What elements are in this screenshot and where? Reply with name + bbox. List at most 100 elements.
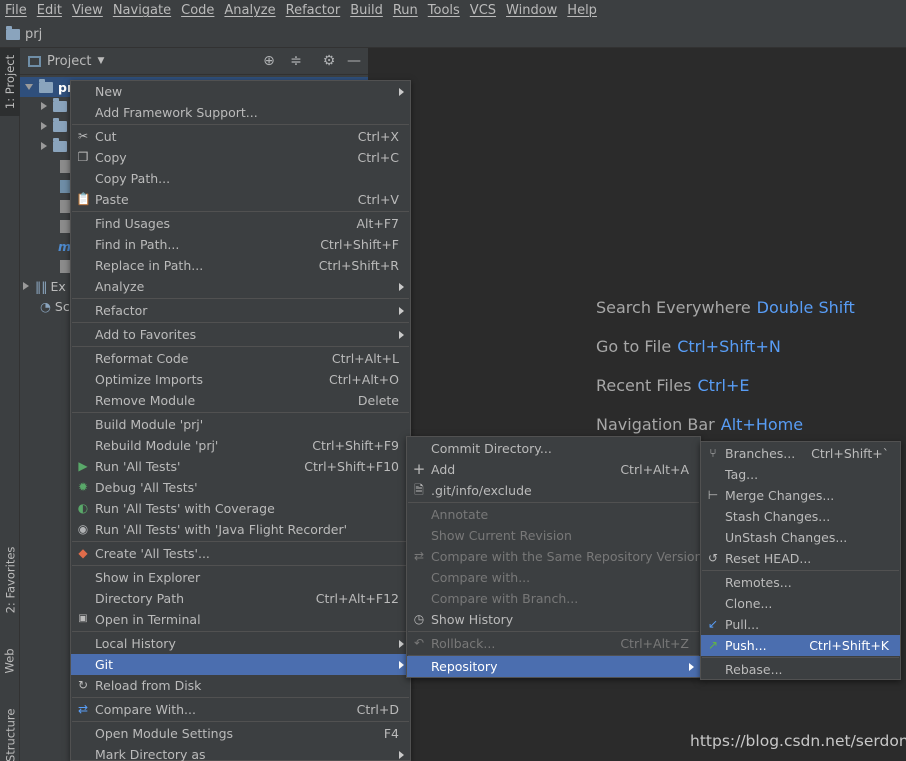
menu-tools[interactable]: Tools — [423, 0, 465, 21]
git-item-annotate[interactable]: Annotate — [407, 504, 700, 525]
folder-icon — [53, 97, 67, 112]
repo-item-clone[interactable]: Clone... — [701, 593, 900, 614]
project-context-menu: New Add Framework Support... ✂ Cut Ctrl+X … — [70, 80, 411, 761]
menu-edit[interactable]: Edit — [32, 0, 67, 21]
menu-item-label: Find Usages — [95, 216, 171, 231]
minimize-icon[interactable]: — — [344, 52, 364, 70]
run-icon: ▶ — [78, 459, 88, 473]
menu-separator — [408, 631, 699, 632]
menu-item-cut[interactable]: ✂ Cut Ctrl+X — [71, 126, 410, 147]
hint-shortcut: Ctrl+E — [697, 376, 750, 395]
menu-item-local-history[interactable]: Local History — [71, 633, 410, 654]
repo-item-merge-changes[interactable]: ⊢ Merge Changes... — [701, 485, 900, 506]
git-item-compare-branch[interactable]: Compare with Branch... — [407, 588, 700, 609]
gear-icon[interactable]: ⚙ — [319, 52, 339, 70]
locate-icon[interactable]: ⊕ — [259, 52, 279, 70]
menu-item-label: Open Module Settings — [95, 726, 234, 741]
submenu-arrow-icon — [689, 663, 694, 671]
menu-item-find-usages[interactable]: Find Usages Alt+F7 — [71, 213, 410, 234]
menu-file[interactable]: File — [0, 0, 32, 21]
menu-item-label: Debug 'All Tests' — [95, 480, 198, 495]
menu-analyze[interactable]: Analyze — [219, 0, 280, 21]
menu-separator — [72, 697, 409, 698]
menu-item-rebuild-module[interactable]: Rebuild Module 'prj' Ctrl+Shift+F9 — [71, 435, 410, 456]
menu-separator — [72, 298, 409, 299]
menu-item-build-module[interactable]: Build Module 'prj' — [71, 414, 410, 435]
collapse-all-icon[interactable]: ≑ — [286, 52, 306, 70]
menu-item-new[interactable]: New — [71, 81, 410, 102]
menu-item-create-tests[interactable]: ◆ Create 'All Tests'... — [71, 543, 410, 564]
git-item-compare-with[interactable]: Compare with... — [407, 567, 700, 588]
menu-item-reload-from-disk[interactable]: ↻ Reload from Disk — [71, 675, 410, 696]
menu-item-copy-path[interactable]: Copy Path... — [71, 168, 410, 189]
menu-item-directory-path[interactable]: Directory Path Ctrl+Alt+F12 — [71, 588, 410, 609]
menu-item-label: Ctrl+X — [357, 129, 399, 144]
menu-build[interactable]: Build — [345, 0, 388, 21]
git-item-repository[interactable]: Repository — [407, 656, 700, 677]
git-item-show-current-revision[interactable]: Show Current Revision — [407, 525, 700, 546]
submenu-arrow-icon — [399, 331, 404, 339]
menu-separator — [72, 541, 409, 542]
menu-view[interactable]: View — [67, 0, 108, 21]
repo-item-tag[interactable]: Tag... — [701, 464, 900, 485]
menu-item-compare-with[interactable]: ⇄ Compare With... Ctrl+D — [71, 699, 410, 720]
watermark-text: https://blog.csdn.net/serdonty — [690, 732, 906, 750]
menu-item-label: Pull... — [725, 617, 760, 632]
menu-item-debug-tests[interactable]: ✹ Debug 'All Tests' — [71, 477, 410, 498]
repo-item-remotes[interactable]: Remotes... — [701, 572, 900, 593]
tab-web[interactable]: Web — [0, 636, 20, 686]
git-item-add[interactable]: + Add Ctrl+Alt+A — [407, 459, 700, 480]
menu-item-optimize-imports[interactable]: Optimize Imports Ctrl+Alt+O — [71, 369, 410, 390]
tab-structure[interactable]: Z: Structure — [0, 703, 20, 761]
menu-item-git[interactable]: Git — [71, 654, 410, 675]
menu-item-show-in-explorer[interactable]: Show in Explorer — [71, 567, 410, 588]
scissors-icon: ✂ — [77, 129, 89, 143]
git-item-exclude[interactable]: 🗎 .git/info/exclude — [407, 480, 700, 501]
menu-navigate[interactable]: Navigate — [108, 0, 176, 21]
menu-item-open-terminal[interactable]: ▣ Open in Terminal — [71, 609, 410, 630]
menu-refactor[interactable]: Refactor — [281, 0, 346, 21]
menu-item-copy[interactable]: ❐ Copy Ctrl+C — [71, 147, 410, 168]
menu-item-find-in-path[interactable]: Find in Path... Ctrl+Shift+F — [71, 234, 410, 255]
repo-item-unstash-changes[interactable]: UnStash Changes... — [701, 527, 900, 548]
menu-window[interactable]: Window — [501, 0, 562, 21]
menu-item-remove-module[interactable]: Remove Module Delete — [71, 390, 410, 411]
menu-item-reformat-code[interactable]: Reformat Code Ctrl+Alt+L — [71, 348, 410, 369]
menu-item-paste[interactable]: 📋 Paste Ctrl+V — [71, 189, 410, 210]
tab-project[interactable]: 1: Project — [0, 48, 20, 116]
menu-item-label: Rebase... — [725, 662, 783, 677]
menu-run[interactable]: Run — [388, 0, 423, 21]
tab-favorites[interactable]: 2: Favorites — [0, 540, 20, 620]
breadcrumb-project[interactable]: prj — [25, 27, 42, 42]
menu-item-run-flight-recorder[interactable]: ◉ Run 'All Tests' with 'Java Flight Recor… — [71, 519, 410, 540]
git-item-show-history[interactable]: ◷ Show History — [407, 609, 700, 630]
menu-item-run-coverage[interactable]: ◐ Run 'All Tests' with Coverage — [71, 498, 410, 519]
file-icon — [60, 259, 70, 273]
tab-project-label: 1: Project — [3, 54, 18, 110]
menu-help[interactable]: Help — [562, 0, 602, 21]
menu-item-refactor[interactable]: Refactor — [71, 300, 410, 321]
repo-item-pull[interactable]: ↙ Pull... — [701, 614, 900, 635]
menu-item-run-tests[interactable]: ▶ Run 'All Tests' Ctrl+Shift+F10 — [71, 456, 410, 477]
project-view-selector[interactable]: Project ▼ — [28, 54, 104, 69]
menu-item-analyze[interactable]: Analyze — [71, 276, 410, 297]
menu-item-add-framework[interactable]: Add Framework Support... — [71, 102, 410, 123]
menu-separator — [72, 412, 409, 413]
menu-vcs[interactable]: VCS — [465, 0, 501, 21]
push-arrow-icon: ↗ — [707, 638, 719, 652]
menu-item-label: Copy — [95, 150, 127, 165]
menu-item-add-to-favorites[interactable]: Add to Favorites — [71, 324, 410, 345]
menu-item-replace-in-path[interactable]: Replace in Path... Ctrl+Shift+R — [71, 255, 410, 276]
git-item-rollback[interactable]: ↶ Rollback... Ctrl+Alt+Z — [407, 633, 700, 654]
menu-code[interactable]: Code — [176, 0, 219, 21]
repo-item-stash-changes[interactable]: Stash Changes... — [701, 506, 900, 527]
menu-item-mark-directory[interactable]: Mark Directory as — [71, 744, 410, 761]
repo-item-reset-head[interactable]: ↺ Reset HEAD... — [701, 548, 900, 569]
git-item-compare-same-version[interactable]: ⇄ Compare with the Same Repository Versio… — [407, 546, 703, 567]
repo-item-rebase[interactable]: Rebase... — [701, 659, 900, 680]
rollback-icon: ↶ — [413, 636, 425, 650]
git-item-commit-directory[interactable]: Commit Directory... — [407, 438, 700, 459]
repo-item-branches[interactable]: ⑂ Branches... Ctrl+Shift+` — [701, 443, 900, 464]
repo-item-push[interactable]: ↗ Push... Ctrl+Shift+K — [701, 635, 900, 656]
menu-item-module-settings[interactable]: Open Module Settings F4 — [71, 723, 410, 744]
